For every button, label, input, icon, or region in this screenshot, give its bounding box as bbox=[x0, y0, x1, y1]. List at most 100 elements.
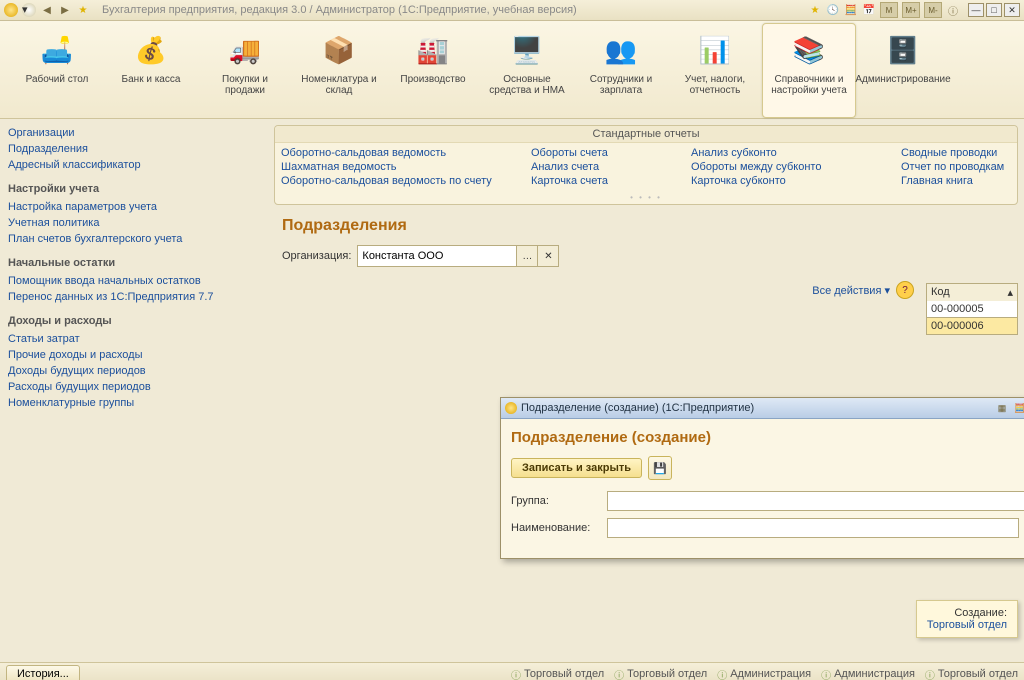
toolbar-btn-6[interactable]: 👥Сотрудники и зарплата bbox=[574, 23, 668, 118]
org-select-btn[interactable]: … bbox=[516, 246, 537, 266]
report-link[interactable]: Карточка счета bbox=[531, 175, 681, 187]
report-link[interactable]: Обороты между субконто bbox=[691, 161, 891, 173]
report-link[interactable]: Анализ субконто bbox=[691, 147, 891, 159]
org-input[interactable] bbox=[358, 247, 516, 265]
org-row: Организация: … ✕ bbox=[282, 245, 1018, 267]
modal-titlebar: Подразделение (создание) (1С:Предприятие… bbox=[501, 398, 1024, 419]
sidebar-link[interactable]: Статьи затрат bbox=[8, 331, 260, 347]
group-label: Группа: bbox=[511, 495, 601, 507]
history-button[interactable]: История... bbox=[6, 665, 80, 680]
toolbar-btn-0[interactable]: 🛋️Рабочий стол bbox=[10, 23, 104, 118]
info-icon[interactable]: ⓘ bbox=[946, 3, 960, 17]
toolbar-icon: 👥 bbox=[601, 30, 641, 70]
title-bar-left: ▾ ◀ ▶ ★ bbox=[4, 3, 90, 17]
content-area: Стандартные отчеты Оборотно-сальдовая ве… bbox=[268, 119, 1024, 662]
modal-grid-icon[interactable]: ▦ bbox=[995, 401, 1009, 415]
sidebar-link[interactable]: Настройка параметров учета bbox=[8, 199, 260, 215]
sidebar-link[interactable]: Расходы будущих периодов bbox=[8, 379, 260, 395]
code-row[interactable]: 00-000005 bbox=[926, 301, 1018, 318]
toolbar-icon: 🏭 bbox=[413, 30, 453, 70]
modal-calc-icon[interactable]: 🧮 bbox=[1013, 401, 1024, 415]
dropdown-icon[interactable]: ▾ bbox=[22, 3, 36, 17]
toolbar-label: Номенклатура и склад bbox=[295, 74, 383, 96]
status-item[interactable]: ⓘАдминистрация bbox=[717, 667, 811, 680]
toolbar-label: Производство bbox=[400, 74, 465, 85]
org-clear-btn[interactable]: ✕ bbox=[537, 246, 558, 266]
reports-title: Стандартные отчеты bbox=[275, 126, 1017, 143]
close-button[interactable]: ✕ bbox=[1004, 3, 1020, 17]
sidebar-link[interactable]: План счетов бухгалтерского учета bbox=[8, 231, 260, 247]
fav-icon[interactable]: ★ bbox=[808, 3, 822, 17]
name-input[interactable] bbox=[607, 518, 1019, 538]
mem-mplus[interactable]: M+ bbox=[902, 2, 920, 18]
report-link[interactable]: Карточка субконто bbox=[691, 175, 891, 187]
report-link[interactable]: Сводные проводки bbox=[901, 147, 1011, 159]
all-actions-link[interactable]: Все действия ▾ bbox=[812, 284, 890, 297]
sidebar: ОрганизацииПодразделенияАдресный классиф… bbox=[0, 119, 268, 662]
sidebar-link[interactable]: Перенос данных из 1С:Предприятия 7.7 bbox=[8, 289, 260, 305]
page-block: Подразделения Организация: … ✕ bbox=[274, 211, 1018, 273]
mem-mminus[interactable]: M- bbox=[924, 2, 942, 18]
help-icon[interactable]: ? bbox=[896, 281, 914, 299]
report-link[interactable]: Анализ счета bbox=[531, 161, 681, 173]
toolbar-btn-9[interactable]: 🗄️Администрирование bbox=[856, 23, 950, 118]
window-title: Бухгалтерия предприятия, редакция 3.0 / … bbox=[102, 4, 802, 16]
toolbar-label: Администрирование bbox=[855, 74, 950, 85]
save-close-button[interactable]: Записать и закрыть bbox=[511, 458, 642, 478]
nav-fwd-icon[interactable]: ▶ bbox=[58, 3, 72, 17]
sidebar-link[interactable]: Адресный классификатор bbox=[8, 157, 260, 173]
report-link[interactable]: Отчет по проводкам bbox=[901, 161, 1011, 173]
toolbar-btn-1[interactable]: 💰Банк и касса bbox=[104, 23, 198, 118]
toolbar-btn-2[interactable]: 🚚Покупки и продажи bbox=[198, 23, 292, 118]
sidebar-link[interactable]: Организации bbox=[8, 125, 260, 141]
sidebar-link[interactable]: Доходы будущих периодов bbox=[8, 363, 260, 379]
collapse-dots[interactable]: • • • • bbox=[275, 193, 1017, 204]
status-bar: История... ⓘТорговый отдел ⓘТорговый отде… bbox=[0, 662, 1024, 680]
sidebar-link[interactable]: Помощник ввода начальных остатков bbox=[8, 273, 260, 289]
status-item[interactable]: ⓘТорговый отдел bbox=[925, 667, 1018, 680]
page-title: Подразделения bbox=[282, 217, 1018, 235]
clock-icon[interactable]: 🕓 bbox=[826, 3, 840, 17]
star-icon[interactable]: ★ bbox=[76, 3, 90, 17]
toolbar-btn-7[interactable]: 📊Учет, налоги, отчетность bbox=[668, 23, 762, 118]
sidebar-link[interactable]: Подразделения bbox=[8, 141, 260, 157]
toolbar-label: Учет, налоги, отчетность bbox=[671, 74, 759, 96]
toolbar-btn-4[interactable]: 🏭 Производство bbox=[386, 23, 480, 118]
toolbar-btn-5[interactable]: 🖥️Основные средства и НМА bbox=[480, 23, 574, 118]
sidebar-heading: Начальные остатки bbox=[8, 257, 260, 269]
sidebar-link[interactable]: Прочие доходы и расходы bbox=[8, 347, 260, 363]
info-small-icon: ⓘ bbox=[925, 667, 935, 680]
report-link[interactable]: Оборотно-сальдовая ведомость bbox=[281, 147, 521, 159]
modal-window-title: Подразделение (создание) (1С:Предприятие… bbox=[521, 402, 991, 414]
toolbar-label: Покупки и продажи bbox=[201, 74, 289, 96]
main-toolbar: 🛋️Рабочий стол💰Банк и касса🚚Покупки и пр… bbox=[0, 21, 1024, 119]
sidebar-link[interactable]: Номенклатурные группы bbox=[8, 395, 260, 411]
title-bar: ▾ ◀ ▶ ★ Бухгалтерия предприятия, редакци… bbox=[0, 0, 1024, 21]
status-item[interactable]: ⓘТорговый отдел bbox=[614, 667, 707, 680]
calc-icon[interactable]: 🧮 bbox=[844, 3, 858, 17]
app-icon bbox=[4, 3, 18, 17]
toolbar-btn-8[interactable]: 📚Справочники и настройки учета bbox=[762, 23, 856, 118]
save-icon-button[interactable]: 💾 bbox=[648, 456, 672, 480]
max-button[interactable]: □ bbox=[986, 3, 1002, 17]
tooltip-line2: Торговый отдел bbox=[927, 619, 1007, 631]
sidebar-link[interactable]: Учетная политика bbox=[8, 215, 260, 231]
status-item[interactable]: ⓘАдминистрация bbox=[821, 667, 915, 680]
nav-back-icon[interactable]: ◀ bbox=[40, 3, 54, 17]
min-button[interactable]: — bbox=[968, 3, 984, 17]
col-code: Код bbox=[931, 286, 950, 299]
report-link[interactable]: Главная книга bbox=[901, 175, 1011, 187]
mem-m[interactable]: M bbox=[880, 2, 898, 18]
code-row[interactable]: 00-000006 bbox=[926, 318, 1018, 335]
code-list: Код ▴ 00-00000500-000006 bbox=[926, 283, 1018, 335]
report-link[interactable]: Оборотно-сальдовая ведомость по счету bbox=[281, 175, 521, 187]
report-link[interactable]: Обороты счета bbox=[531, 147, 681, 159]
report-link[interactable]: Шахматная ведомость bbox=[281, 161, 521, 173]
toolbar-btn-3[interactable]: 📦Номенклатура и склад bbox=[292, 23, 386, 118]
group-input[interactable] bbox=[607, 491, 1024, 511]
calendar-icon[interactable]: 📅 bbox=[862, 3, 876, 17]
sidebar-heading: Доходы и расходы bbox=[8, 315, 260, 327]
reports-grid: Оборотно-сальдовая ведомость Обороты счет… bbox=[275, 143, 1017, 193]
col-sort-icon[interactable]: ▴ bbox=[1007, 286, 1013, 299]
status-item[interactable]: ⓘТорговый отдел bbox=[511, 667, 604, 680]
